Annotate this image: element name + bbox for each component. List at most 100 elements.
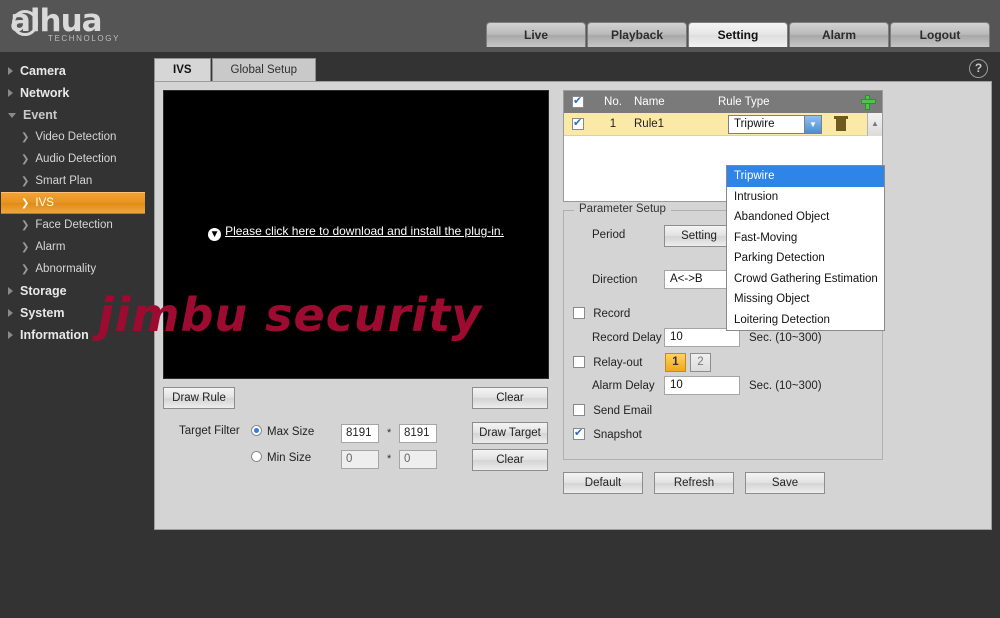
settings-panel: ▼ Please click here to download and insta… — [154, 81, 992, 530]
dropdown-option-loitering-detection[interactable]: Loitering Detection — [727, 310, 884, 331]
sidebar-item-audio-detection[interactable]: ❯ Audio Detection — [1, 148, 145, 170]
send-email-label: Send Email — [593, 405, 653, 417]
row-name: Rule1 — [634, 118, 665, 130]
save-button[interactable]: Save — [745, 472, 825, 494]
draw-target-button[interactable]: Draw Target — [472, 422, 548, 444]
row-select-cell[interactable] — [564, 116, 592, 131]
chevron-right-icon — [8, 67, 13, 75]
sidebar-label-event: Event — [23, 108, 58, 122]
period-label: Period — [592, 229, 626, 241]
max-size-label: Max Size — [267, 426, 315, 438]
period-setting-button[interactable]: Setting — [664, 225, 734, 247]
send-email-checkbox[interactable] — [573, 404, 585, 416]
clear-rule-button[interactable]: Clear — [472, 387, 548, 409]
sidebar-item-event[interactable]: Event — [0, 104, 146, 126]
max-size-radio[interactable] — [251, 425, 262, 436]
max-size-radio-row[interactable]: Max Size — [251, 425, 314, 438]
nav-tab-playback[interactable]: Playback — [587, 22, 687, 47]
sidebar-item-video-detection[interactable]: ❯ Video Detection — [1, 126, 145, 148]
direction-label: Direction — [592, 274, 638, 286]
alarm-delay-unit: Sec. (10~300) — [749, 380, 822, 392]
record-checkbox-row[interactable]: Record — [573, 307, 630, 320]
video-preview[interactable]: ▼ Please click here to download and insta… — [163, 90, 549, 379]
sidebar-item-system[interactable]: System — [0, 302, 146, 324]
dropdown-option-parking-detection[interactable]: Parking Detection — [727, 248, 884, 269]
record-delay-unit: Sec. (10~300) — [749, 332, 822, 344]
record-label: Record — [593, 308, 631, 320]
chevron-down-icon[interactable]: ▼ — [804, 116, 821, 133]
help-icon[interactable]: ? — [969, 59, 988, 78]
sidebar-item-ivs[interactable]: ❯ IVS — [1, 192, 145, 214]
clear-target-button[interactable]: Clear — [472, 449, 548, 471]
add-rule-icon[interactable] — [861, 95, 876, 110]
sidebar-item-smart-plan[interactable]: ❯ Smart Plan — [1, 170, 145, 192]
send-email-checkbox-row[interactable]: Send Email — [573, 404, 652, 417]
snapshot-checkbox-row[interactable]: Snapshot — [573, 426, 642, 441]
dropdown-option-fast-moving[interactable]: Fast-Moving — [727, 228, 884, 249]
rule-type-dropdown-list[interactable]: Tripwire Intrusion Abandoned Object Fast… — [726, 165, 885, 331]
tab-global-setup[interactable]: Global Setup — [211, 58, 317, 81]
sidebar-item-alarm[interactable]: ❯ Alarm — [1, 236, 145, 258]
dropdown-option-crowd-gathering-estimation[interactable]: Crowd Gathering Estimation — [727, 269, 884, 290]
max-size-width-input[interactable]: 8191 — [341, 424, 379, 443]
table-row[interactable]: 1 Rule1 Tripwire ▼ ▲ — [564, 113, 882, 136]
min-size-radio-row[interactable]: Min Size — [251, 451, 311, 464]
dropdown-option-intrusion[interactable]: Intrusion — [727, 187, 884, 208]
dropdown-option-abandoned-object[interactable]: Abandoned Object — [727, 207, 884, 228]
min-size-width-input[interactable]: 0 — [341, 450, 379, 469]
sidebar-item-storage[interactable]: Storage — [0, 280, 146, 302]
relay-out-checkbox-row[interactable]: Relay-out — [573, 356, 642, 369]
record-checkbox[interactable] — [573, 307, 585, 319]
chevron-right-icon: ❯ — [21, 175, 30, 187]
delete-rule-icon[interactable] — [834, 116, 848, 131]
scrollbar-up-arrow[interactable]: ▲ — [867, 113, 882, 136]
sidebar-item-network[interactable]: Network — [0, 82, 146, 104]
nav-tab-logout[interactable]: Logout — [890, 22, 990, 47]
max-size-height-input[interactable]: 8191 — [399, 424, 437, 443]
draw-rule-button[interactable]: Draw Rule — [163, 387, 235, 409]
max-size-separator: * — [387, 427, 392, 439]
min-size-height-input[interactable]: 0 — [399, 450, 437, 469]
dropdown-option-missing-object[interactable]: Missing Object — [727, 289, 884, 310]
nav-tab-alarm[interactable]: Alarm — [789, 22, 889, 47]
min-size-radio[interactable] — [251, 451, 262, 462]
nav-tab-live[interactable]: Live — [486, 22, 586, 47]
nav-tab-setting[interactable]: Setting — [688, 22, 788, 47]
sidebar-label-camera: Camera — [20, 64, 66, 78]
min-size-label: Min Size — [267, 452, 312, 464]
app-header: alhua TECHNOLOGY Live Playback Setting A… — [0, 0, 1000, 52]
relay-port-2-button[interactable]: 2 — [690, 353, 711, 372]
row-checkbox[interactable] — [572, 116, 584, 130]
sidebar-item-face-detection[interactable]: ❯ Face Detection — [1, 214, 145, 236]
snapshot-checkbox[interactable] — [573, 426, 585, 440]
rule-type-select[interactable]: Tripwire ▼ — [728, 115, 822, 134]
select-all-checkbox[interactable] — [572, 94, 584, 108]
dahua-ivs-settings-page: alhua TECHNOLOGY Live Playback Setting A… — [0, 0, 1000, 618]
alarm-delay-input[interactable]: 10 — [664, 376, 740, 395]
relay-out-checkbox[interactable] — [573, 356, 585, 368]
snapshot-label: Snapshot — [593, 429, 642, 441]
refresh-button[interactable]: Refresh — [654, 472, 734, 494]
select-all-cell[interactable] — [564, 94, 592, 109]
sidebar-label-face-detection: Face Detection — [35, 219, 113, 231]
sidebar-item-camera[interactable]: Camera — [0, 60, 146, 82]
plugin-download-link[interactable]: ▼ Please click here to download and insta… — [164, 224, 548, 241]
chevron-right-icon — [8, 89, 13, 97]
dropdown-option-tripwire[interactable]: Tripwire — [727, 166, 884, 187]
default-button[interactable]: Default — [563, 472, 643, 494]
column-header-name: Name — [634, 96, 665, 108]
relay-port-1-button[interactable]: 1 — [665, 353, 686, 372]
sidebar-item-information[interactable]: Information — [0, 324, 146, 346]
chevron-right-icon: ❯ — [21, 197, 30, 209]
chevron-right-icon: ❯ — [21, 241, 30, 253]
plugin-message: Please click here to download and instal… — [225, 224, 504, 238]
logo-ring-icon — [12, 10, 38, 36]
brand-logo: alhua TECHNOLOGY — [10, 6, 170, 48]
target-filter-label: Target Filter — [179, 425, 240, 437]
record-delay-label: Record Delay — [592, 332, 662, 344]
sidebar-label-audio-detection: Audio Detection — [35, 153, 117, 165]
tab-ivs[interactable]: IVS — [154, 58, 211, 81]
sidebar-item-abnormality[interactable]: ❯ Abnormality — [1, 258, 145, 280]
sidebar-label-ivs: IVS — [35, 197, 54, 209]
top-navigation: Live Playback Setting Alarm Logout — [486, 22, 990, 47]
